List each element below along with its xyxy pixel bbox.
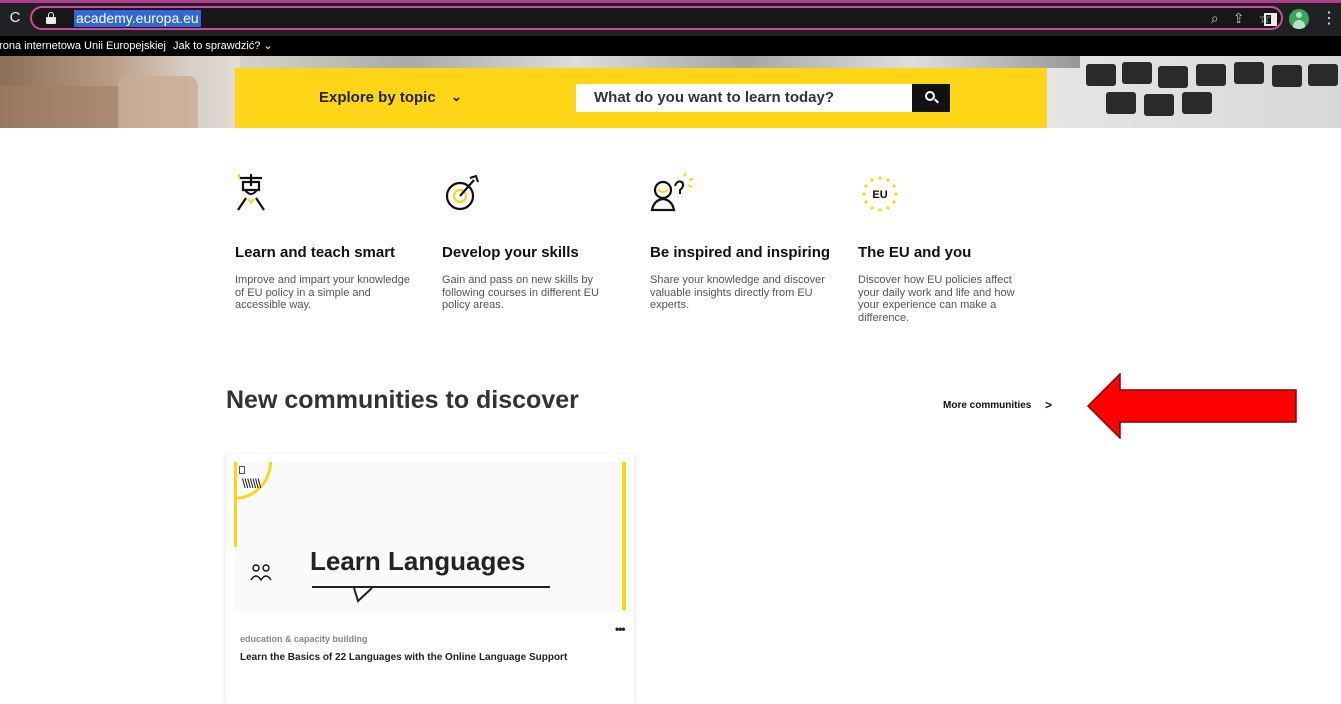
card-image-title: Learn Languages [310, 546, 526, 576]
hatch-decoration: \\\\\\\ [242, 476, 261, 491]
browser-toolbar: C academy.europa.eu ⌕ ⇪ ☆ ⋮ [0, 0, 1341, 36]
community-card[interactable]: \\\\\\\ Learn Languages ••• education & … [226, 454, 634, 704]
feature-text: Share your knowledge and discover valuab… [650, 274, 825, 311]
search-placeholder: What do you want to learn today? [594, 89, 834, 106]
more-communities-link[interactable]: More communities [943, 400, 1031, 411]
community-people-icon [250, 564, 272, 582]
reload-icon[interactable]: C [6, 9, 24, 27]
side-panel-icon[interactable] [1264, 12, 1277, 26]
card-image[interactable]: \\\\\\\ Learn Languages [234, 462, 626, 612]
search-input[interactable]: What do you want to learn today? [576, 84, 912, 112]
feature-text: Gain and pass on new skills by following… [442, 274, 599, 311]
zoom-icon[interactable]: ⌕ [1211, 9, 1219, 27]
feature-title: Be inspired and inspiring [650, 244, 831, 261]
chevron-down-icon[interactable]: ⌄ [451, 89, 462, 105]
eu-official-text: trona internetowa Unii Europejskiej [0, 40, 166, 52]
annotation-arrow [1086, 373, 1297, 439]
explore-by-topic-button[interactable]: Explore by topic [319, 88, 436, 108]
card-menu-button[interactable]: ••• [615, 622, 626, 636]
profile-avatar[interactable] [1289, 9, 1309, 29]
address-bar[interactable]: academy.europa.eu ⌕ ⇪ ☆ [30, 6, 1283, 30]
search-button[interactable] [912, 84, 950, 112]
chevron-right-icon[interactable]: > [1045, 398, 1052, 412]
bookmark-icon[interactable] [239, 466, 245, 474]
eu-official-bar: trona internetowa Unii Europejskiej Jak … [0, 36, 1341, 56]
feature-text: Improve and impart your knowledge of EU … [235, 274, 410, 311]
feature-title: Learn and teach smart [235, 244, 396, 261]
card-category: education & capacity building [240, 634, 368, 644]
section-title: New communities to discover [226, 386, 579, 414]
lock-icon[interactable] [46, 12, 56, 24]
feature-text: Discover how EU policies affect your dai… [858, 274, 1015, 324]
eu-badge-text: EU [872, 189, 887, 201]
idea-person-icon [650, 172, 694, 212]
keyboard-image [1046, 56, 1341, 128]
url-text[interactable]: academy.europa.eu [74, 10, 201, 27]
share-icon[interactable]: ⇪ [1233, 9, 1245, 27]
target-icon [445, 174, 479, 211]
eu-stars-icon: EU [862, 176, 898, 212]
eu-check-link[interactable]: Jak to sprawdzić? ⌄ [173, 36, 273, 56]
feature-title: Develop your skills [442, 244, 579, 261]
menu-icon[interactable]: ⋮ [1321, 10, 1337, 28]
feature-title: The EU and you [858, 244, 972, 261]
graduate-icon [237, 174, 265, 211]
topic-search-bar: Explore by topic ⌄ What do you want to l… [235, 68, 1047, 128]
card-title[interactable]: Learn the Basics of 22 Languages with th… [240, 652, 567, 663]
